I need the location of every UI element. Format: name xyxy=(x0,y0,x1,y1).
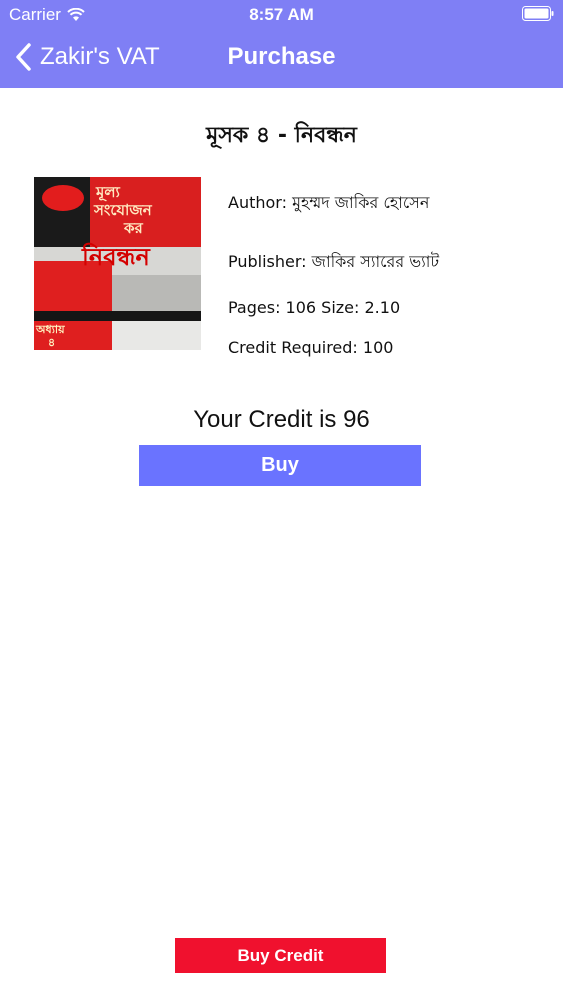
cover-badge-number: ৪ xyxy=(48,336,56,349)
status-time: 8:57 AM xyxy=(249,5,314,24)
page-title: Purchase xyxy=(227,43,336,70)
navigation-bar: Zakir's VAT Purchase xyxy=(0,30,563,88)
book-publisher: Publisher: জাকির স্যারের ভ্যাট xyxy=(228,252,440,271)
top-bar: Carrier 8:57 AM Zakir's VAT Purchase xyxy=(0,0,563,88)
book-credit-required: Credit Required: 100 xyxy=(228,338,394,357)
book-cover: মূল্য সংযোজন কর নিবন্ধন অধ্যায় ৪ xyxy=(34,177,201,350)
battery-icon xyxy=(522,6,554,21)
book-pages-size: Pages: 106 Size: 2.10 xyxy=(228,298,401,317)
buy-button[interactable]: Buy xyxy=(139,445,421,486)
book-author: Author: মুহম্মদ জাকির হোসেন xyxy=(228,193,430,212)
user-credit-text: Your Credit is 96 xyxy=(193,406,370,433)
buy-credit-button[interactable]: Buy Credit xyxy=(175,938,386,973)
book-title: মূসক ৪ - নিবন্ধন xyxy=(206,123,357,148)
status-bar: Carrier 8:57 AM xyxy=(0,0,563,30)
cover-main-title: নিবন্ধন xyxy=(82,243,150,271)
cover-line-2: সংযোজন xyxy=(94,201,152,219)
cover-seal xyxy=(42,185,84,211)
